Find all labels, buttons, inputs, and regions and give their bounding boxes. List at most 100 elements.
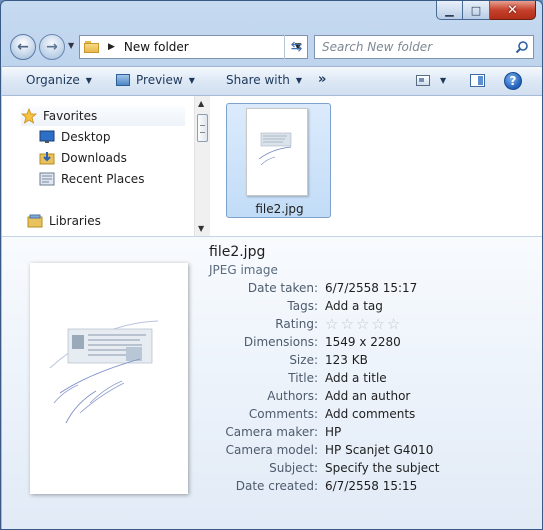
breadcrumb-current-folder[interactable]: New folder bbox=[124, 40, 289, 54]
nav-item-downloads[interactable]: Downloads bbox=[39, 148, 127, 168]
nav-item-libraries[interactable]: Libraries bbox=[27, 211, 101, 231]
breadcrumb-separator-icon[interactable]: ▶ bbox=[108, 42, 115, 52]
maximize-icon: □ bbox=[470, 3, 482, 17]
downloads-icon bbox=[39, 150, 55, 166]
property-value[interactable]: 6/7/2558 15:17 bbox=[325, 281, 417, 295]
property-authors: Authors: Add an author bbox=[202, 389, 532, 407]
recent-places-icon bbox=[39, 171, 55, 187]
preview-button[interactable]: Preview ▼ bbox=[116, 73, 195, 87]
property-comments: Comments: Add comments bbox=[202, 407, 532, 425]
nav-item-favorites[interactable]: Favorites bbox=[20, 106, 185, 126]
address-bar[interactable]: ▶ New folder ▼ bbox=[79, 35, 308, 59]
navigation-pane: Favorites Desktop Downloads Recent Place… bbox=[2, 96, 194, 236]
libraries-icon bbox=[27, 213, 43, 229]
property-label: Rating: bbox=[275, 317, 318, 331]
property-value[interactable]: Add an author bbox=[325, 389, 410, 403]
command-bar: Organize ▼ Preview ▼ Share with ▼ » ▼ ? bbox=[2, 66, 542, 96]
preview-label: Preview bbox=[136, 73, 183, 87]
star-icon[interactable]: ☆ bbox=[371, 316, 384, 332]
scroll-down-icon[interactable]: ▼ bbox=[198, 224, 204, 233]
property-label: Size: bbox=[289, 353, 318, 367]
chevron-down-icon: ▼ bbox=[85, 75, 92, 85]
property-label: Subject: bbox=[269, 461, 318, 475]
star-icon bbox=[20, 107, 38, 124]
property-size: Size: 123 KB bbox=[202, 353, 532, 371]
rating-stars[interactable]: ☆ ☆ ☆ ☆ ☆ bbox=[325, 316, 400, 332]
details-pane: file2.jpg JPEG image Date taken: 6/7/255… bbox=[2, 236, 542, 529]
nav-item-recent-places[interactable]: Recent Places bbox=[39, 169, 144, 189]
nav-item-label: Recent Places bbox=[61, 172, 145, 186]
nav-item-label: Libraries bbox=[49, 214, 101, 228]
property-value[interactable]: Add a title bbox=[325, 371, 387, 385]
nav-pane-scrollbar[interactable]: ▲ ▼ bbox=[194, 96, 210, 236]
details-file-type: JPEG image bbox=[209, 263, 278, 277]
maximize-button[interactable]: □ bbox=[463, 1, 490, 20]
property-value[interactable]: Specify the subject bbox=[325, 461, 439, 475]
chevron-down-icon: ▼ bbox=[188, 75, 195, 85]
property-label: Date created: bbox=[235, 479, 318, 493]
property-value: 6/7/2558 15:15 bbox=[325, 479, 418, 493]
star-icon[interactable]: ☆ bbox=[387, 316, 400, 332]
close-button[interactable]: ✕ bbox=[490, 1, 536, 20]
property-label: Camera model: bbox=[225, 443, 318, 457]
nav-item-label: Downloads bbox=[61, 151, 127, 165]
back-button[interactable]: ← bbox=[10, 34, 36, 60]
property-subject: Subject: Specify the subject bbox=[202, 461, 532, 479]
file-item[interactable]: file2.jpg bbox=[226, 103, 331, 218]
help-icon[interactable]: ? bbox=[504, 72, 522, 90]
image-preview bbox=[30, 263, 188, 494]
preview-icon bbox=[116, 74, 130, 86]
organize-button[interactable]: Organize ▼ bbox=[26, 73, 92, 87]
content-area: Favorites Desktop Downloads Recent Place… bbox=[2, 96, 542, 236]
search-input[interactable]: Search New folder bbox=[315, 40, 511, 54]
view-options-dropdown[interactable]: ▼ bbox=[440, 76, 446, 85]
forward-button[interactable]: → bbox=[39, 34, 65, 60]
explorer-window: ▁ □ ✕ ← → ▼ ▶ New folder ▼ ⇆ Search New … bbox=[0, 0, 543, 530]
property-label: Camera maker: bbox=[225, 425, 318, 439]
property-value[interactable]: HP Scanjet G4010 bbox=[325, 443, 433, 457]
property-label: Comments: bbox=[248, 407, 318, 421]
property-rating: Rating: ☆ ☆ ☆ ☆ ☆ bbox=[202, 316, 532, 335]
close-icon: ✕ bbox=[507, 2, 518, 18]
more-commands-button[interactable]: » bbox=[318, 72, 326, 87]
share-with-button[interactable]: Share with ▼ bbox=[226, 73, 302, 87]
refresh-button[interactable]: ⇆ bbox=[284, 35, 308, 59]
property-label: Dimensions: bbox=[243, 335, 318, 349]
minimize-icon: ▁ bbox=[445, 3, 454, 17]
share-with-label: Share with bbox=[226, 73, 290, 87]
star-icon[interactable]: ☆ bbox=[325, 316, 338, 332]
property-label: Authors: bbox=[267, 389, 318, 403]
property-value[interactable]: HP bbox=[325, 425, 341, 439]
star-icon[interactable]: ☆ bbox=[340, 316, 353, 332]
scrollbar-thumb[interactable] bbox=[197, 114, 208, 142]
property-value[interactable]: Add a tag bbox=[325, 299, 383, 313]
property-dimensions: Dimensions: 1549 x 2280 bbox=[202, 335, 532, 353]
details-file-name: file2.jpg bbox=[209, 244, 266, 260]
property-label: Date taken: bbox=[247, 281, 318, 295]
property-title: Title: Add a title bbox=[202, 371, 532, 389]
preview-pane-icon[interactable] bbox=[470, 74, 485, 87]
search-box[interactable]: Search New folder bbox=[314, 35, 534, 59]
property-label: Title: bbox=[288, 371, 318, 385]
folder-icon bbox=[84, 41, 100, 53]
recent-pages-dropdown[interactable]: ▼ bbox=[68, 41, 74, 50]
nav-item-desktop[interactable]: Desktop bbox=[39, 127, 111, 147]
property-camera-maker: Camera maker: HP bbox=[202, 425, 532, 443]
forward-arrow-icon: → bbox=[46, 39, 58, 55]
back-arrow-icon: ← bbox=[17, 39, 29, 55]
property-value: 1549 x 2280 bbox=[325, 335, 401, 349]
desktop-icon bbox=[39, 129, 55, 145]
property-value[interactable]: Add comments bbox=[325, 407, 415, 421]
chevron-down-icon: ▼ bbox=[295, 75, 303, 85]
scroll-up-icon[interactable]: ▲ bbox=[198, 99, 204, 108]
property-date-taken: Date taken: 6/7/2558 15:17 bbox=[202, 281, 532, 299]
property-value: 123 KB bbox=[325, 353, 368, 367]
property-date-created: Date created: 6/7/2558 15:15 bbox=[202, 479, 532, 497]
file-name: file2.jpg bbox=[255, 202, 304, 216]
property-label: Tags: bbox=[287, 299, 318, 313]
minimize-button[interactable]: ▁ bbox=[436, 1, 463, 20]
star-icon[interactable]: ☆ bbox=[356, 316, 369, 332]
refresh-icon: ⇆ bbox=[290, 39, 303, 55]
search-icon[interactable] bbox=[511, 36, 533, 58]
change-view-icon[interactable] bbox=[416, 75, 430, 86]
